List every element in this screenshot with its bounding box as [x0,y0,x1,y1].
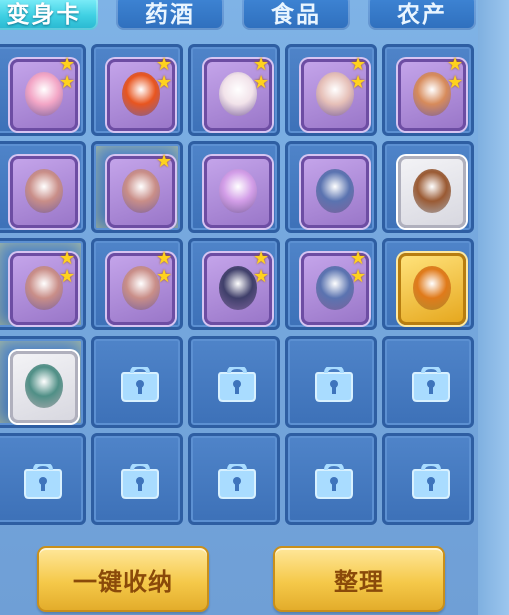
inventory-slot[interactable]: ★ ★ [91,44,183,136]
inventory-slot[interactable]: ★ ★ [285,238,377,330]
inventory-slot[interactable] [382,238,474,330]
star-rating: ★ ★ [253,55,273,91]
creature-portrait [316,266,354,310]
creature-portrait [122,266,160,310]
creature-portrait [219,72,257,116]
star-icon: ★ [253,248,270,268]
lock-icon [314,461,354,500]
star-rating: ★ ★ [350,55,370,91]
inventory-slot[interactable] [0,336,86,428]
category-tabs: 变身卡 药酒 食品 农产 [0,0,509,34]
inventory-slot[interactable]: ★ [91,141,183,233]
star-icon: ★ [156,72,173,92]
lock-icon [120,364,160,403]
inventory-slot[interactable] [285,433,377,525]
creature-portrait [219,266,257,310]
creature-portrait [25,72,63,116]
inventory-slot[interactable] [188,433,280,525]
inventory-slot[interactable] [91,336,183,428]
inventory-slot[interactable]: ★ ★ [382,44,474,136]
inventory-slot[interactable] [188,141,280,233]
tab-medicine-wine[interactable]: 药酒 [116,0,224,30]
lock-icon [217,364,257,403]
star-rating: ★ ★ [59,249,79,285]
creature-portrait [122,72,160,116]
lock-icon [120,461,160,500]
creature-portrait [219,169,257,213]
star-icon: ★ [59,248,76,268]
tab-food[interactable]: 食品 [242,0,350,30]
creature-portrait [413,169,451,213]
star-rating: ★ ★ [59,55,79,91]
star-rating: ★ ★ [447,55,467,91]
creature-portrait [25,169,63,213]
star-icon: ★ [59,266,76,286]
lock-icon [411,364,451,403]
star-icon: ★ [156,54,173,74]
creature-portrait [413,266,451,310]
creature-portrait [316,72,354,116]
star-icon: ★ [350,248,367,268]
tab-transform-cards[interactable]: 变身卡 [0,0,98,30]
lock-icon [23,461,63,500]
lock-icon [411,461,451,500]
creature-portrait [25,364,63,408]
inventory-slot[interactable] [382,141,474,233]
star-icon: ★ [350,54,367,74]
inventory-slot[interactable] [382,336,474,428]
star-icon: ★ [350,266,367,286]
warrior-card[interactable] [301,156,369,228]
bear-card[interactable] [398,156,466,228]
creature-portrait [122,169,160,213]
inventory-slot[interactable] [0,433,86,525]
lock-icon [217,461,257,500]
fairy-card[interactable] [204,156,272,228]
inventory-grid: ★ ★ ★ ★ ★ ★ ★ ★ ★ ★ ★ ★ ★ ★ ★ ★ ★ ★ ★ [0,44,478,526]
star-icon: ★ [156,248,173,268]
inventory-slot[interactable] [285,141,377,233]
star-rating: ★ ★ [253,249,273,285]
creature-portrait [25,266,63,310]
star-rating: ★ ★ [156,249,176,285]
inventory-slot[interactable] [285,336,377,428]
tab-farm-produce[interactable]: 农产 [368,0,476,30]
inventory-slot[interactable] [0,141,86,233]
inventory-slot[interactable] [91,433,183,525]
inventory-slot[interactable]: ★ ★ [188,238,280,330]
inventory-slot[interactable] [382,433,474,525]
inventory-slot[interactable]: ★ ★ [0,44,86,136]
star-icon: ★ [447,72,464,92]
inventory-slot[interactable]: ★ ★ [91,238,183,330]
dragon-warrior-card[interactable] [10,351,78,423]
dancer-card[interactable] [10,156,78,228]
star-icon: ★ [253,266,270,286]
inventory-slot[interactable]: ★ ★ [0,238,86,330]
star-icon: ★ [350,72,367,92]
golden-beast-card[interactable] [398,253,466,325]
star-icon: ★ [59,54,76,74]
inventory-slot[interactable]: ★ ★ [188,44,280,136]
inventory-slot[interactable] [188,336,280,428]
collect-all-button[interactable]: 一键收纳 [37,546,209,612]
star-rating: ★ ★ [350,249,370,285]
star-icon: ★ [447,54,464,74]
star-icon: ★ [59,72,76,92]
star-icon: ★ [156,151,173,171]
window-edge [478,0,509,615]
sort-button[interactable]: 整理 [273,546,445,612]
inventory-slot[interactable]: ★ ★ [285,44,377,136]
star-icon: ★ [253,54,270,74]
creature-portrait [316,169,354,213]
star-icon: ★ [156,266,173,286]
lock-icon [314,364,354,403]
star-rating: ★ [156,152,176,170]
creature-portrait [413,72,451,116]
star-rating: ★ ★ [156,55,176,91]
star-icon: ★ [253,72,270,92]
